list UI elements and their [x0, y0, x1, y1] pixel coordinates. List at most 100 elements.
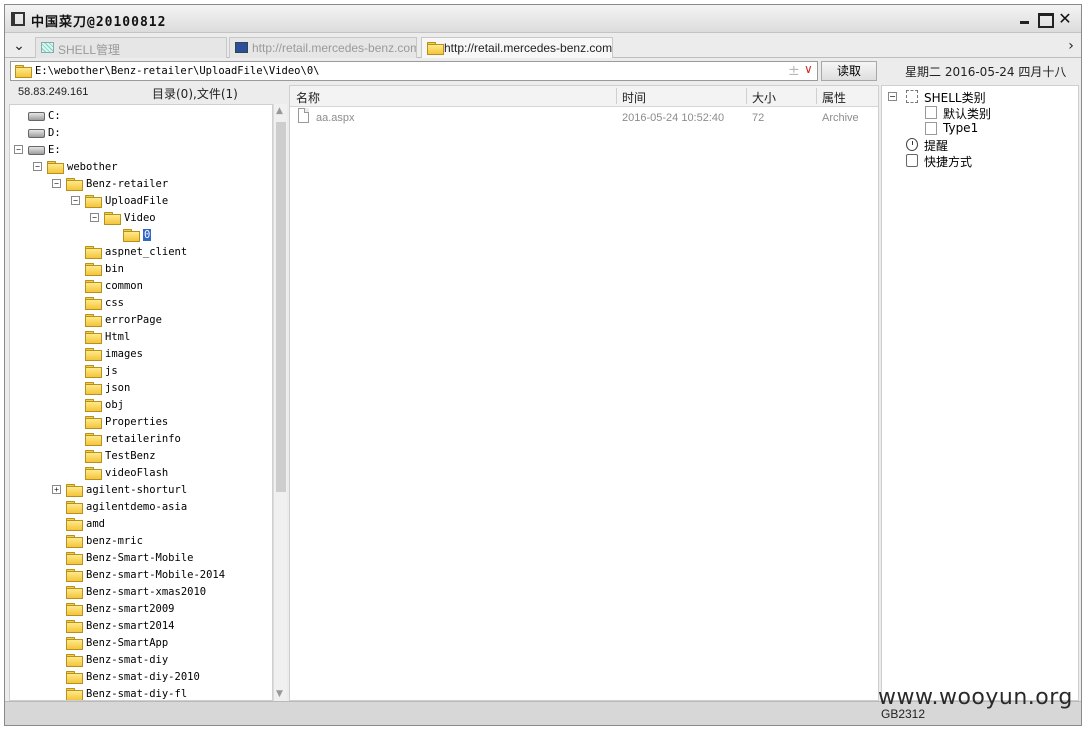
- tree-node[interactable]: Benz-Smart-Mobile: [10, 550, 272, 567]
- folder-icon: [66, 552, 83, 565]
- tree-node[interactable]: Html: [10, 329, 272, 346]
- tree-node[interactable]: benz-mric: [10, 533, 272, 550]
- tree-node[interactable]: aspnet_client: [10, 244, 272, 261]
- column-divider[interactable]: [616, 88, 617, 104]
- folder-icon: [85, 382, 102, 395]
- category-node[interactable]: 提醒: [882, 137, 1078, 153]
- tree-node-label: Benz-smat-diy-2010: [86, 671, 200, 683]
- collapse-icon[interactable]: −: [71, 196, 80, 205]
- collapse-icon[interactable]: −: [90, 213, 99, 222]
- tree-node-label: Benz-smat-diy-fl: [86, 688, 188, 700]
- close-icon[interactable]: ✕: [1057, 11, 1073, 27]
- tree-node[interactable]: − E:: [10, 142, 272, 159]
- file-size: 72: [752, 112, 765, 124]
- tree-node[interactable]: − Video: [10, 210, 272, 227]
- category-node[interactable]: 快捷方式: [882, 153, 1078, 169]
- tree-node[interactable]: Properties: [10, 414, 272, 431]
- minimize-icon[interactable]: [1017, 11, 1033, 27]
- category-node[interactable]: − SHELL类别: [882, 89, 1078, 105]
- tree-node[interactable]: bin: [10, 261, 272, 278]
- tree-node[interactable]: − Benz-retailer: [10, 176, 272, 193]
- scrollbar-thumb[interactable]: [276, 122, 286, 492]
- column-attr[interactable]: 属性: [822, 89, 846, 106]
- title-bar: 中国菜刀@20100812 ✕: [5, 5, 1081, 33]
- tree-node[interactable]: common: [10, 278, 272, 295]
- tree-node-label: E:: [48, 144, 61, 156]
- tab-list-chevron-icon[interactable]: ⌄: [11, 38, 27, 54]
- folder-icon: [66, 484, 83, 497]
- tree-node[interactable]: errorPage: [10, 312, 272, 329]
- tree-node[interactable]: Benz-SmartApp: [10, 635, 272, 652]
- tree-node-label: images: [105, 348, 143, 360]
- tree-node[interactable]: C:: [10, 108, 272, 125]
- document-icon: [925, 106, 937, 119]
- folder-icon: [47, 161, 64, 174]
- shell-manager-icon: [41, 42, 54, 53]
- tree-node[interactable]: Benz-smat-diy-2010: [10, 669, 272, 686]
- tab-label: http://retail.mercedes-benz.com....: [252, 41, 417, 55]
- tree-node[interactable]: Benz-smart2009: [10, 601, 272, 618]
- tree-node[interactable]: obj: [10, 397, 272, 414]
- scroll-down-icon[interactable]: ▼: [276, 689, 283, 699]
- tree-node[interactable]: − webother: [10, 159, 272, 176]
- collapse-icon[interactable]: −: [52, 179, 61, 188]
- tree-node[interactable]: TestBenz: [10, 448, 272, 465]
- tree-node[interactable]: Benz-smart-xmas2010: [10, 584, 272, 601]
- path-value: E:\webother\Benz-retailer\UploadFile\Vid…: [35, 65, 320, 77]
- collapse-icon[interactable]: −: [14, 145, 23, 154]
- collapse-icon[interactable]: −: [888, 92, 897, 101]
- tree-node[interactable]: − UploadFile: [10, 193, 272, 210]
- folder-icon: [66, 501, 83, 514]
- tab-site-2-active[interactable]: http://retail.mercedes-benz.com....: [421, 37, 613, 58]
- tree-node[interactable]: agilentdemo-asia: [10, 499, 272, 516]
- chevron-down-icon[interactable]: ∨: [804, 62, 813, 76]
- category-node[interactable]: Type1: [882, 121, 1078, 137]
- category-node[interactable]: 默认类别: [882, 105, 1078, 121]
- tree-node-label: D:: [48, 127, 61, 139]
- tree-node[interactable]: 0: [10, 227, 272, 244]
- file-row[interactable]: aa.aspx 2016-05-24 10:52:40 72 Archive: [290, 108, 878, 128]
- column-size[interactable]: 大小: [752, 89, 776, 106]
- tree-node[interactable]: + agilent-shorturl: [10, 482, 272, 499]
- tree-scrollbar[interactable]: ▲ ▼: [273, 104, 287, 701]
- tree-node[interactable]: json: [10, 380, 272, 397]
- expand-icon[interactable]: +: [52, 485, 61, 494]
- tree-node-label: webother: [67, 161, 118, 173]
- scroll-up-icon[interactable]: ▲: [276, 106, 283, 116]
- folder-icon: [66, 586, 83, 599]
- tree-node[interactable]: videoFlash: [10, 465, 272, 482]
- collapse-icon[interactable]: −: [33, 162, 42, 171]
- plus-icon[interactable]: ±: [788, 63, 800, 79]
- window-title: 中国菜刀@20100812: [31, 15, 167, 30]
- tree-node[interactable]: Benz-smat-diy: [10, 652, 272, 669]
- tree-node[interactable]: js: [10, 363, 272, 380]
- folder-icon: [66, 569, 83, 582]
- folder-icon: [66, 671, 83, 684]
- folder-icon: [66, 654, 83, 667]
- folder-icon: [123, 229, 140, 242]
- column-divider[interactable]: [746, 88, 747, 104]
- tree-node-label: agilent-shorturl: [86, 484, 188, 496]
- tab-shell-manager[interactable]: SHELL管理: [35, 37, 227, 58]
- column-name[interactable]: 名称: [296, 89, 320, 106]
- tree-node[interactable]: amd: [10, 516, 272, 533]
- read-button[interactable]: 读取: [821, 61, 877, 81]
- tab-scroll-right-icon[interactable]: ›: [1063, 38, 1079, 54]
- column-divider[interactable]: [816, 88, 817, 104]
- path-input[interactable]: E:\webother\Benz-retailer\UploadFile\Vid…: [10, 61, 818, 81]
- tree-node-label: css: [105, 297, 124, 309]
- tree-node[interactable]: Benz-smat-diy-fl: [10, 686, 272, 700]
- tab-bar: ⌄ SHELL管理 http://retail.mercedes-benz.co…: [5, 34, 1081, 58]
- tree-node[interactable]: retailerinfo: [10, 431, 272, 448]
- maximize-icon[interactable]: [1037, 11, 1054, 28]
- tree-node[interactable]: Benz-smart2014: [10, 618, 272, 635]
- tree-node[interactable]: images: [10, 346, 272, 363]
- tree-node[interactable]: Benz-smart-Mobile-2014: [10, 567, 272, 584]
- tree-node[interactable]: D:: [10, 125, 272, 142]
- column-time[interactable]: 时间: [622, 89, 646, 106]
- tree-node-label: agilentdemo-asia: [86, 501, 188, 513]
- tree-node-label: Benz-smart-Mobile-2014: [86, 569, 226, 581]
- tree-node[interactable]: css: [10, 295, 272, 312]
- folder-icon: [104, 212, 121, 225]
- tab-site-1[interactable]: http://retail.mercedes-benz.com....: [229, 37, 417, 58]
